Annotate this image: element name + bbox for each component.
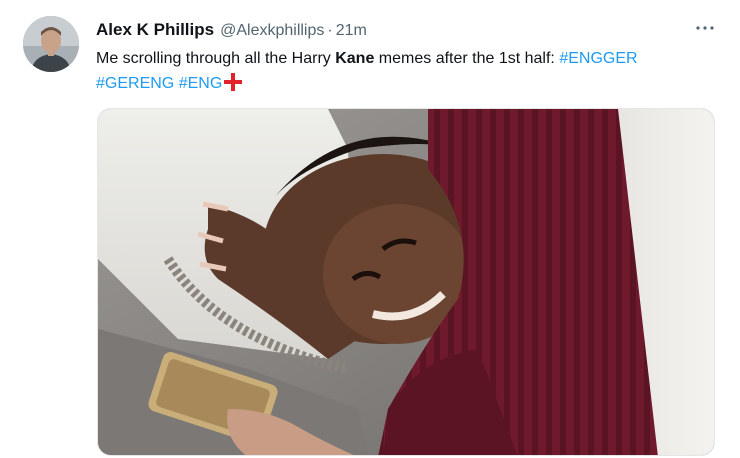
tweet-media-image[interactable] [97, 108, 715, 456]
author-handle[interactable]: @Alexkphillips [220, 22, 324, 40]
tweet-text: Me scrolling through all the Harry Kane … [96, 46, 726, 96]
tweet-text-keyword: Kane [335, 50, 375, 67]
tweet-text-lead: Me scrolling through all the Harry [96, 50, 336, 67]
hashtag-eng[interactable]: #ENG [179, 75, 223, 92]
tweet-header: Alex K Phillips @Alexkphillips · 21m [96, 20, 367, 42]
separator-dot: · [327, 22, 333, 39]
avatar-image [23, 16, 79, 72]
tweet-card[interactable]: Alex K Phillips @Alexkphillips · 21m Me … [0, 0, 740, 458]
tweet-text-trail: memes after the 1st half: [374, 50, 560, 67]
avatar[interactable] [23, 16, 79, 72]
hashtag-engger[interactable]: #ENGGER [559, 50, 637, 67]
more-horizontal-icon[interactable] [690, 18, 720, 40]
hashtag-gereng[interactable]: #GERENG [96, 75, 174, 92]
tweet-timestamp[interactable]: 21m [336, 22, 367, 40]
author-name[interactable]: Alex K Phillips [96, 20, 214, 40]
meme-photo [98, 109, 714, 455]
flag-england-icon [224, 73, 243, 91]
